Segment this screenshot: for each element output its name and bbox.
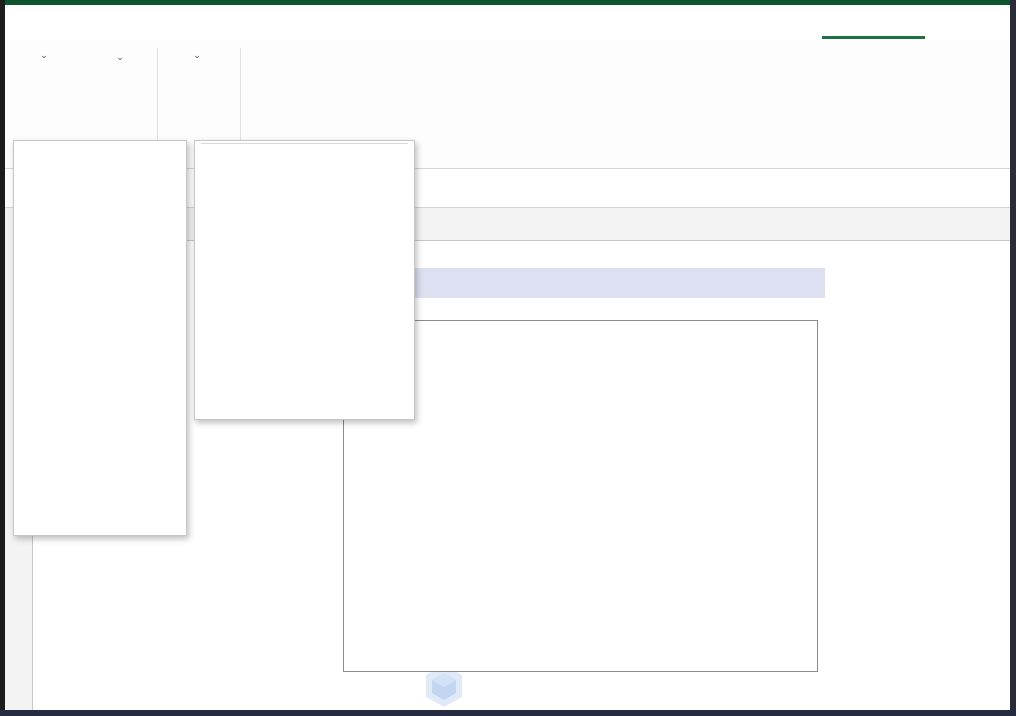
ribbon-tab-strip bbox=[0, 5, 1016, 40]
add-chart-element-label2: ⌄ bbox=[40, 50, 48, 60]
worksheet-title-cell[interactable] bbox=[396, 268, 825, 298]
window-top-edge bbox=[0, 0, 1016, 5]
submenu-separator bbox=[201, 143, 408, 144]
change-colors-button[interactable]: ⌄ bbox=[162, 46, 232, 63]
quick-layout-button[interactable]: ⌄ bbox=[88, 48, 152, 65]
add-chart-element-button[interactable]: ⌄ bbox=[6, 46, 82, 63]
quick-layout-label2: ⌄ bbox=[116, 52, 124, 62]
window-left-edge bbox=[0, 0, 5, 716]
excel-window: ⌄ ⌄ ⌄ bbox=[0, 0, 1016, 716]
window-right-edge bbox=[1010, 0, 1016, 716]
change-colors-label2: ⌄ bbox=[193, 50, 201, 60]
axes-submenu bbox=[194, 140, 415, 420]
active-tab-underline bbox=[822, 36, 925, 39]
add-chart-element-menu bbox=[13, 140, 187, 536]
menu-item-more-axis-options[interactable] bbox=[195, 146, 414, 187]
window-bottom-edge bbox=[0, 710, 1016, 716]
